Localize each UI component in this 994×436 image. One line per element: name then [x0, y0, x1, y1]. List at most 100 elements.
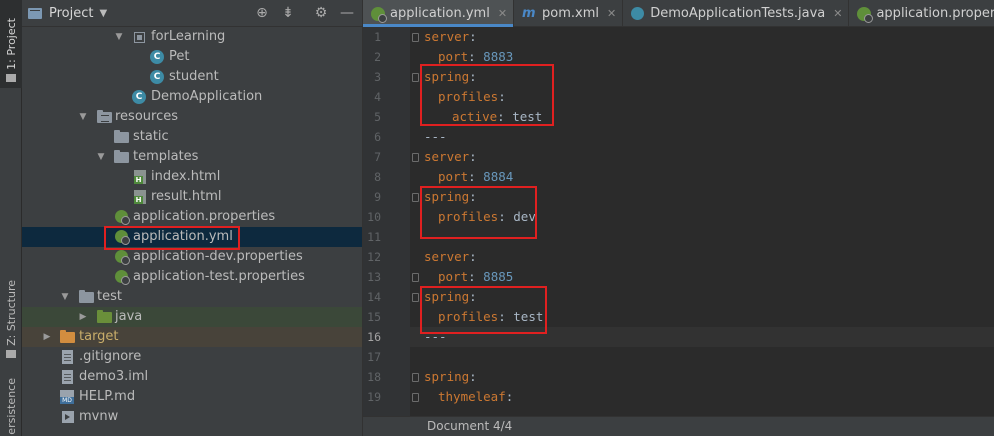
tab-application-properties[interactable]: application.properties [849, 0, 994, 27]
persistence-tool-tab[interactable]: ersistence [0, 378, 22, 436]
tab-label: DemoApplicationTests.java [650, 6, 826, 21]
tree-item-forlearning[interactable]: ▼ forLearning [22, 27, 362, 47]
executable-file-icon [62, 411, 74, 423]
line-number-gutter: 1 2 3 4 5 6 7 8 9 10 11 12 13 14 15 16 1… [363, 27, 410, 416]
line-number: 18 [367, 370, 381, 384]
tab-label: pom.xml [542, 6, 600, 21]
line-number: 7 [374, 150, 381, 164]
tree-item-application-test-properties[interactable]: application-test.properties [22, 267, 362, 287]
tree-item-templates[interactable]: ▼ templates [22, 147, 362, 167]
tree-item-demoapplication[interactable]: C DemoApplication [22, 87, 362, 107]
fold-marker-icon[interactable] [412, 373, 419, 382]
editor-breadcrumb-bar: Document 4/4 [363, 416, 994, 436]
project-tool-tab[interactable]: 1: Project [0, 0, 22, 88]
hide-icon[interactable]: — [339, 5, 355, 21]
line-number: 5 [374, 110, 381, 124]
line-number-current: 16 [367, 330, 381, 344]
caret-down-icon[interactable]: ▼ [99, 8, 107, 19]
line-number: 6 [374, 130, 381, 144]
fold-marker-icon[interactable] [412, 193, 419, 202]
project-panel: Project ▼ ⊕ ⇟ ⚙ — ▼ forLearning C Pet C … [22, 0, 380, 436]
document-indicator[interactable]: Document 4/4 [427, 419, 512, 433]
fold-marker-icon[interactable] [412, 293, 419, 302]
tree-item-result-html[interactable]: result.html [22, 187, 362, 207]
tree-item-index-html[interactable]: index.html [22, 167, 362, 187]
code-line: profiles: [438, 89, 506, 104]
tree-item-java[interactable]: ▶ java [22, 307, 362, 327]
structure-icon [6, 350, 16, 358]
fold-marker-icon[interactable] [412, 273, 419, 282]
tree-item-demo3-iml[interactable]: demo3.iml [22, 367, 362, 387]
class-icon [631, 7, 645, 20]
chevron-down-icon[interactable]: ▼ [96, 147, 106, 167]
class-icon: C [150, 50, 164, 64]
tree-item-label: java [115, 309, 143, 324]
tree-item-application-properties[interactable]: application.properties [22, 207, 362, 227]
fold-marker-icon[interactable] [412, 33, 419, 42]
chevron-right-icon[interactable]: ▶ [78, 307, 88, 327]
line-number: 13 [367, 270, 381, 284]
fold-marker-icon[interactable] [412, 153, 419, 162]
tree-item-pet[interactable]: C Pet [22, 47, 362, 67]
project-folder-icon [6, 74, 16, 82]
collapse-icon[interactable]: ⇟ [280, 5, 296, 21]
project-tool-tab-label: 1: Project [4, 18, 18, 70]
close-icon[interactable]: ✕ [607, 7, 616, 20]
tree-item-label: index.html [151, 169, 221, 184]
tree-item-student[interactable]: C student [22, 67, 362, 87]
tree-item-label: Pet [169, 49, 190, 64]
tree-item-label: student [169, 69, 219, 84]
project-panel-header: Project ▼ ⊕ ⇟ ⚙ — [22, 0, 362, 27]
tab-application-yml[interactable]: application.yml ✕ [363, 0, 515, 27]
chevron-right-icon[interactable]: ▶ [42, 327, 52, 347]
tab-pom-xml[interactable]: m pom.xml ✕ [514, 0, 624, 27]
tree-item-label: templates [133, 149, 199, 164]
tree-item-mvnw[interactable]: mvnw [22, 407, 362, 427]
spring-config-icon [115, 210, 130, 225]
fold-marker-icon[interactable] [412, 73, 419, 82]
tree-item-help-md[interactable]: HELP.md [22, 387, 362, 407]
code-line: profiles: test [438, 309, 544, 324]
text-file-icon [62, 350, 73, 364]
tree-item-static[interactable]: static [22, 127, 362, 147]
tab-demoapplicationtests-java[interactable]: DemoApplicationTests.java ✕ [623, 0, 850, 27]
code-line: spring: [424, 69, 477, 84]
structure-tool-tab[interactable]: Z: Structure [0, 280, 22, 360]
tree-item-target[interactable]: ▶ target [22, 327, 362, 347]
project-view-selector[interactable]: Project [49, 6, 93, 21]
line-number: 19 [367, 390, 381, 404]
code-editor[interactable]: server: port: 8883 spring: profiles: act… [410, 27, 994, 416]
tree-item-application-yml[interactable]: application.yml [22, 227, 362, 247]
code-line: profiles: dev [438, 209, 536, 224]
gear-icon[interactable]: ⚙ [313, 5, 329, 21]
tree-item-label: demo3.iml [79, 369, 149, 384]
tree-item-test[interactable]: ▼ test [22, 287, 362, 307]
spring-config-icon [115, 230, 130, 245]
line-number: 1 [374, 30, 381, 44]
code-line: port: 8884 [438, 169, 514, 184]
line-number: 17 [367, 350, 381, 364]
line-number: 12 [367, 250, 381, 264]
tree-item-resources[interactable]: ▼ resources [22, 107, 362, 127]
code-line: --- [424, 129, 447, 144]
project-tree: ▼ forLearning C Pet C student C DemoAppl… [22, 27, 362, 436]
code-line: server: [424, 249, 477, 264]
code-line: active: test [452, 109, 543, 124]
tree-item-label: test [97, 289, 122, 304]
code-line: server: [424, 29, 477, 44]
line-number: 3 [374, 70, 381, 84]
chevron-down-icon[interactable]: ▼ [78, 107, 88, 127]
chevron-down-icon[interactable]: ▼ [60, 287, 70, 307]
spring-config-icon [115, 270, 130, 285]
fold-marker-icon[interactable] [412, 393, 419, 402]
chevron-down-icon[interactable]: ▼ [114, 27, 124, 47]
folder-icon [79, 290, 94, 303]
close-icon[interactable]: ✕ [833, 7, 842, 20]
tree-item-application-dev-properties[interactable]: application-dev.properties [22, 247, 362, 267]
close-icon[interactable]: ✕ [498, 7, 507, 20]
structure-tool-tab-label: Z: Structure [4, 280, 18, 346]
target-icon[interactable]: ⊕ [254, 5, 270, 21]
tree-item-gitignore[interactable]: .gitignore [22, 347, 362, 367]
line-number: 4 [374, 90, 381, 104]
spring-boot-class-icon: C [132, 90, 146, 104]
